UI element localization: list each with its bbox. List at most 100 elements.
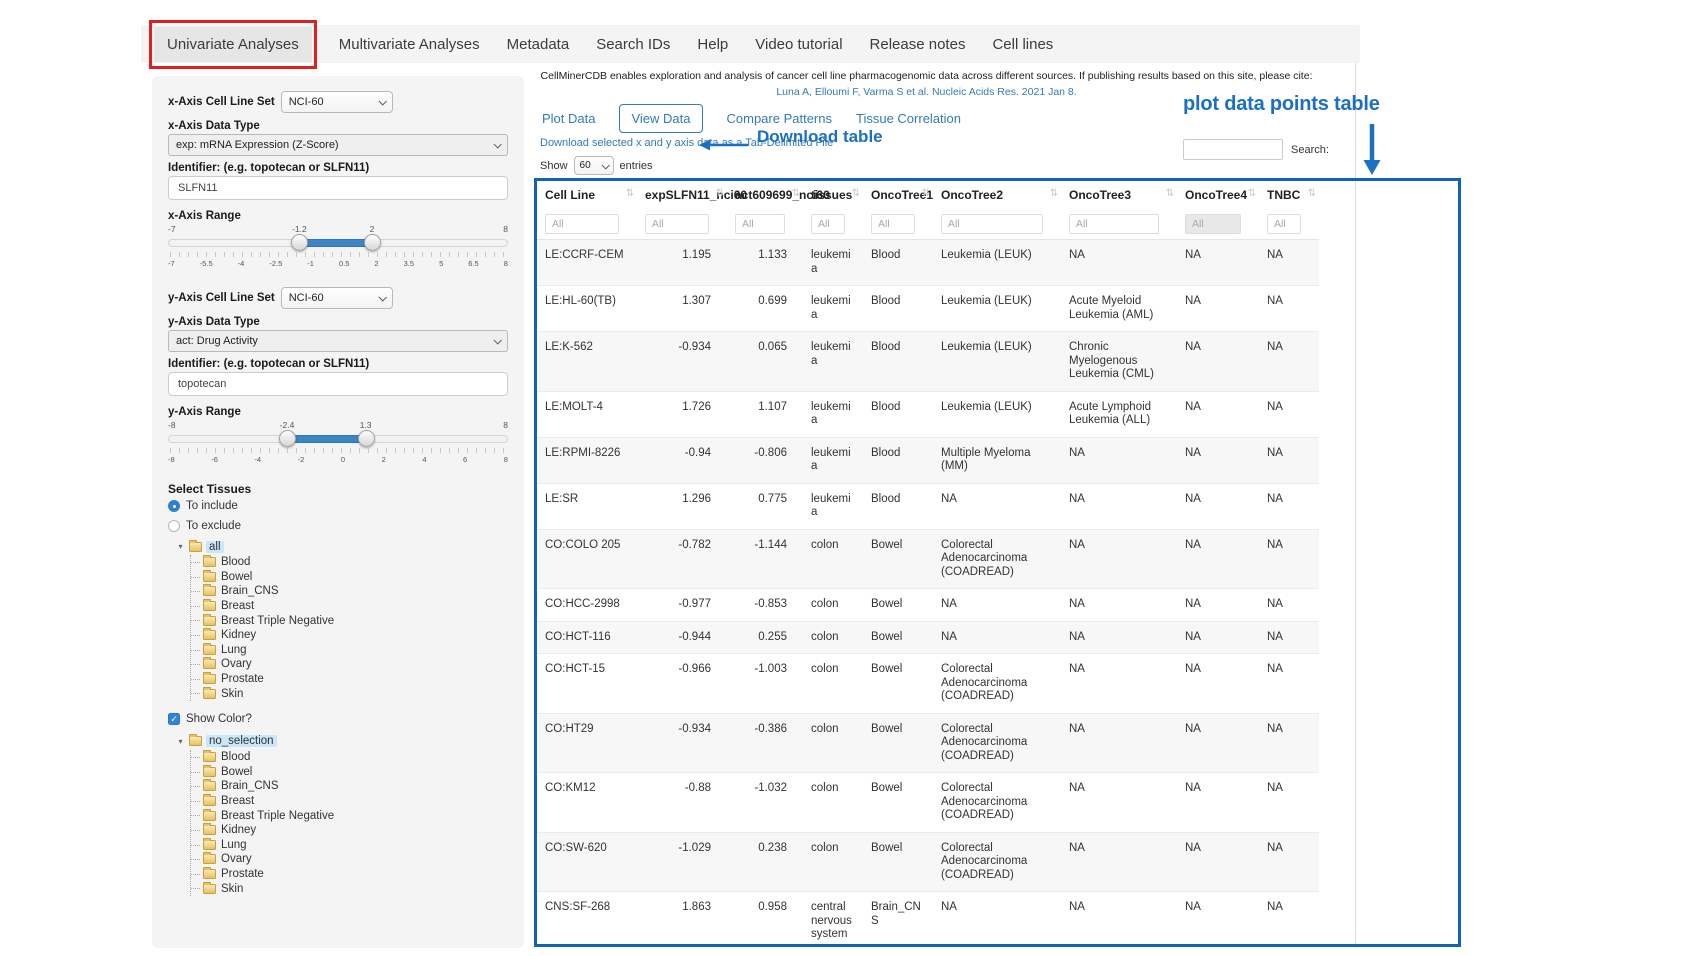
- tree-item-ovary[interactable]: Ovary: [191, 852, 508, 867]
- show-color-checkbox[interactable]: Show Color?: [168, 709, 508, 729]
- tree-item-kidney[interactable]: Kidney: [191, 628, 508, 643]
- column-header-tissues[interactable]: tissues⇅: [803, 181, 863, 207]
- search-input[interactable]: [1183, 139, 1283, 160]
- tab-view-data[interactable]: View Data: [619, 104, 702, 133]
- slider-handle-high[interactable]: [358, 430, 375, 447]
- filter-input-expslfn11-nci60[interactable]: [645, 214, 709, 234]
- column-header-oncotree1[interactable]: OncoTree1⇅: [863, 181, 933, 207]
- x-cell-line-set-label: x-Axis Cell Line Set: [168, 96, 275, 108]
- collapse-icon[interactable]: ▾: [176, 737, 185, 746]
- tree-item-lung[interactable]: Lung: [191, 643, 508, 658]
- table-row-co-colo-205[interactable]: CO:COLO 205-0.782-1.144colonBowelColorec…: [537, 529, 1319, 589]
- tree-item-blood[interactable]: Blood: [191, 555, 508, 570]
- tree-item-breast[interactable]: Breast: [191, 794, 508, 809]
- tab-tissue-correlation[interactable]: Tissue Correlation: [856, 111, 961, 126]
- filter-input-cell-line[interactable]: [545, 214, 619, 234]
- table-row-le-molt-4[interactable]: LE:MOLT-41.7261.107leukemiaBloodLeukemia…: [537, 391, 1319, 437]
- table-row-le-ccrf-cem[interactable]: LE:CCRF-CEM1.1951.133leukemiaBloodLeukem…: [537, 240, 1319, 286]
- page: Univariate Analyses Multivariate Analyses…: [0, 0, 1700, 956]
- tree-item-lung[interactable]: Lung: [191, 838, 508, 853]
- table-row-co-hct-15[interactable]: CO:HCT-15-0.966-1.003colonBowelColorecta…: [537, 654, 1319, 714]
- tree-item-skin[interactable]: Skin: [191, 686, 508, 701]
- cell-oncotree2: Leukemia (LEUK): [933, 391, 1061, 437]
- tree-root-all[interactable]: ▾all: [176, 538, 508, 555]
- table-row-le-hl-60-tb[interactable]: LE:HL-60(TB)1.3070.699leukemiaBloodLeuke…: [537, 286, 1319, 332]
- filter-input-oncotree1[interactable]: [871, 214, 915, 234]
- tree-item-breast-triple-negative[interactable]: Breast Triple Negative: [191, 808, 508, 823]
- cell-oncotree3: NA: [1061, 654, 1177, 714]
- tree-item-skin[interactable]: Skin: [191, 881, 508, 896]
- table-row-co-hcc-2998[interactable]: CO:HCC-2998-0.977-0.853colonBowelNANANAN…: [537, 589, 1319, 622]
- y-identifier-input[interactable]: topotecan: [168, 372, 508, 396]
- tissue-include-radio[interactable]: To include: [168, 496, 508, 516]
- nav-item-search-ids[interactable]: Search IDs: [596, 36, 670, 53]
- cell-expslfn11-nci60: -0.934: [637, 332, 727, 392]
- cell-cell-line: CO:HCT-15: [537, 654, 637, 714]
- x-axis-range-slider[interactable]: -78-1.22-7-5.5-4-2.5-10.523.556.58: [168, 224, 508, 270]
- tree-item-ovary[interactable]: Ovary: [191, 657, 508, 672]
- nav-item-multivariate-analyses[interactable]: Multivariate Analyses: [339, 36, 480, 53]
- nav-item-video-tutorial[interactable]: Video tutorial: [755, 36, 842, 53]
- column-header-tnbc[interactable]: TNBC⇅: [1259, 181, 1319, 207]
- x-cell-line-set-select[interactable]: NCI-60: [281, 91, 393, 113]
- tree-item-brain-cns[interactable]: Brain_CNS: [191, 584, 508, 599]
- cell-act609699-nci60: 0.238: [727, 832, 803, 892]
- column-header-act609699-nci60[interactable]: act609699_nci60⇅: [727, 181, 803, 207]
- filter-input-oncotree3[interactable]: [1069, 214, 1159, 234]
- entries-select[interactable]: 60: [574, 156, 614, 175]
- filter-input-oncotree2[interactable]: [941, 214, 1043, 234]
- nav-item-help[interactable]: Help: [697, 36, 728, 53]
- table-row-le-rpmi-8226[interactable]: LE:RPMI-8226-0.94-0.806leukemiaBloodMult…: [537, 437, 1319, 483]
- tree-item-breast-triple-negative[interactable]: Breast Triple Negative: [191, 613, 508, 628]
- cell-cell-line: LE:RPMI-8226: [537, 437, 637, 483]
- column-header-oncotree4[interactable]: OncoTree4⇅: [1177, 181, 1259, 207]
- y-data-type-select[interactable]: act: Drug Activity: [168, 330, 508, 352]
- column-header-cell-line[interactable]: Cell Line⇅: [537, 181, 637, 207]
- tree-item-bowel[interactable]: Bowel: [191, 570, 508, 585]
- nav-item-cell-lines[interactable]: Cell lines: [992, 36, 1053, 53]
- tab-compare-patterns[interactable]: Compare Patterns: [727, 111, 833, 126]
- cell-expslfn11-nci60: 1.726: [637, 391, 727, 437]
- filter-input-tissues[interactable]: [811, 214, 845, 234]
- table-row-co-sw-620[interactable]: CO:SW-620-1.0290.238colonBowelColorectal…: [537, 832, 1319, 892]
- x-identifier-input[interactable]: SLFN11: [168, 176, 508, 200]
- tree-item-bowel[interactable]: Bowel: [191, 765, 508, 780]
- tree-item-breast[interactable]: Breast: [191, 599, 508, 614]
- collapse-icon[interactable]: ▾: [176, 542, 185, 551]
- table-row-le-sr[interactable]: LE:SR1.2960.775leukemiaBloodNANANANA: [537, 483, 1319, 529]
- column-header-oncotree3[interactable]: OncoTree3⇅: [1061, 181, 1177, 207]
- nav-item-univariate-analyses[interactable]: Univariate Analyses: [154, 27, 312, 62]
- filter-input-tnbc[interactable]: [1267, 214, 1301, 234]
- cell-oncotree2: Leukemia (LEUK): [933, 240, 1061, 286]
- tree-item-prostate[interactable]: Prostate: [191, 672, 508, 687]
- slider-handle-low[interactable]: [291, 234, 308, 251]
- nav-item-metadata[interactable]: Metadata: [507, 36, 570, 53]
- tree-root-no-selection[interactable]: ▾no_selection: [176, 733, 508, 750]
- citation-link[interactable]: Luna A, Elloumi F, Varma S et al. Nuclei…: [776, 86, 1076, 98]
- tissue-exclude-radio[interactable]: To exclude: [168, 516, 508, 536]
- slider-handle-high[interactable]: [364, 234, 381, 251]
- table-row-co-km12[interactable]: CO:KM12-0.88-1.032colonBowelColorectal A…: [537, 773, 1319, 833]
- table-row-co-hct-116[interactable]: CO:HCT-116-0.9440.255colonBowelNANANANA: [537, 621, 1319, 654]
- nav-item-release-notes[interactable]: Release notes: [870, 36, 966, 53]
- table-row-co-ht29[interactable]: CO:HT29-0.934-0.386colonBowelColorectal …: [537, 713, 1319, 773]
- column-header-expslfn11-nci60[interactable]: expSLFN11_nci60⇅: [637, 181, 727, 207]
- tree-item-prostate[interactable]: Prostate: [191, 867, 508, 882]
- tab-plot-data[interactable]: Plot Data: [542, 111, 595, 126]
- x-data-type-select[interactable]: exp: mRNA Expression (Z-Score): [168, 134, 508, 156]
- table-row-le-k-562[interactable]: LE:K-562-0.9340.065leukemiaBloodLeukemia…: [537, 332, 1319, 392]
- cell-cell-line: LE:CCRF-CEM: [537, 240, 637, 286]
- table-row-cns-sf-268[interactable]: CNS:SF-2681.8630.958central nervous syst…: [537, 892, 1319, 948]
- cell-act609699-nci60: 1.133: [727, 240, 803, 286]
- y-cell-line-set-select[interactable]: NCI-60: [281, 287, 393, 309]
- slider-handle-low[interactable]: [279, 430, 296, 447]
- cell-act609699-nci60: -1.032: [727, 773, 803, 833]
- tree-item-brain-cns[interactable]: Brain_CNS: [191, 779, 508, 794]
- filter-input-oncotree4[interactable]: [1185, 214, 1241, 234]
- filter-input-act609699-nci60[interactable]: [735, 214, 785, 234]
- show-color-label: Show Color?: [186, 713, 252, 725]
- column-header-oncotree2[interactable]: OncoTree2⇅: [933, 181, 1061, 207]
- tree-item-blood[interactable]: Blood: [191, 750, 508, 765]
- y-axis-range-slider[interactable]: -88-2.41.3-8-6-4-202468: [168, 420, 508, 466]
- tree-item-kidney[interactable]: Kidney: [191, 823, 508, 838]
